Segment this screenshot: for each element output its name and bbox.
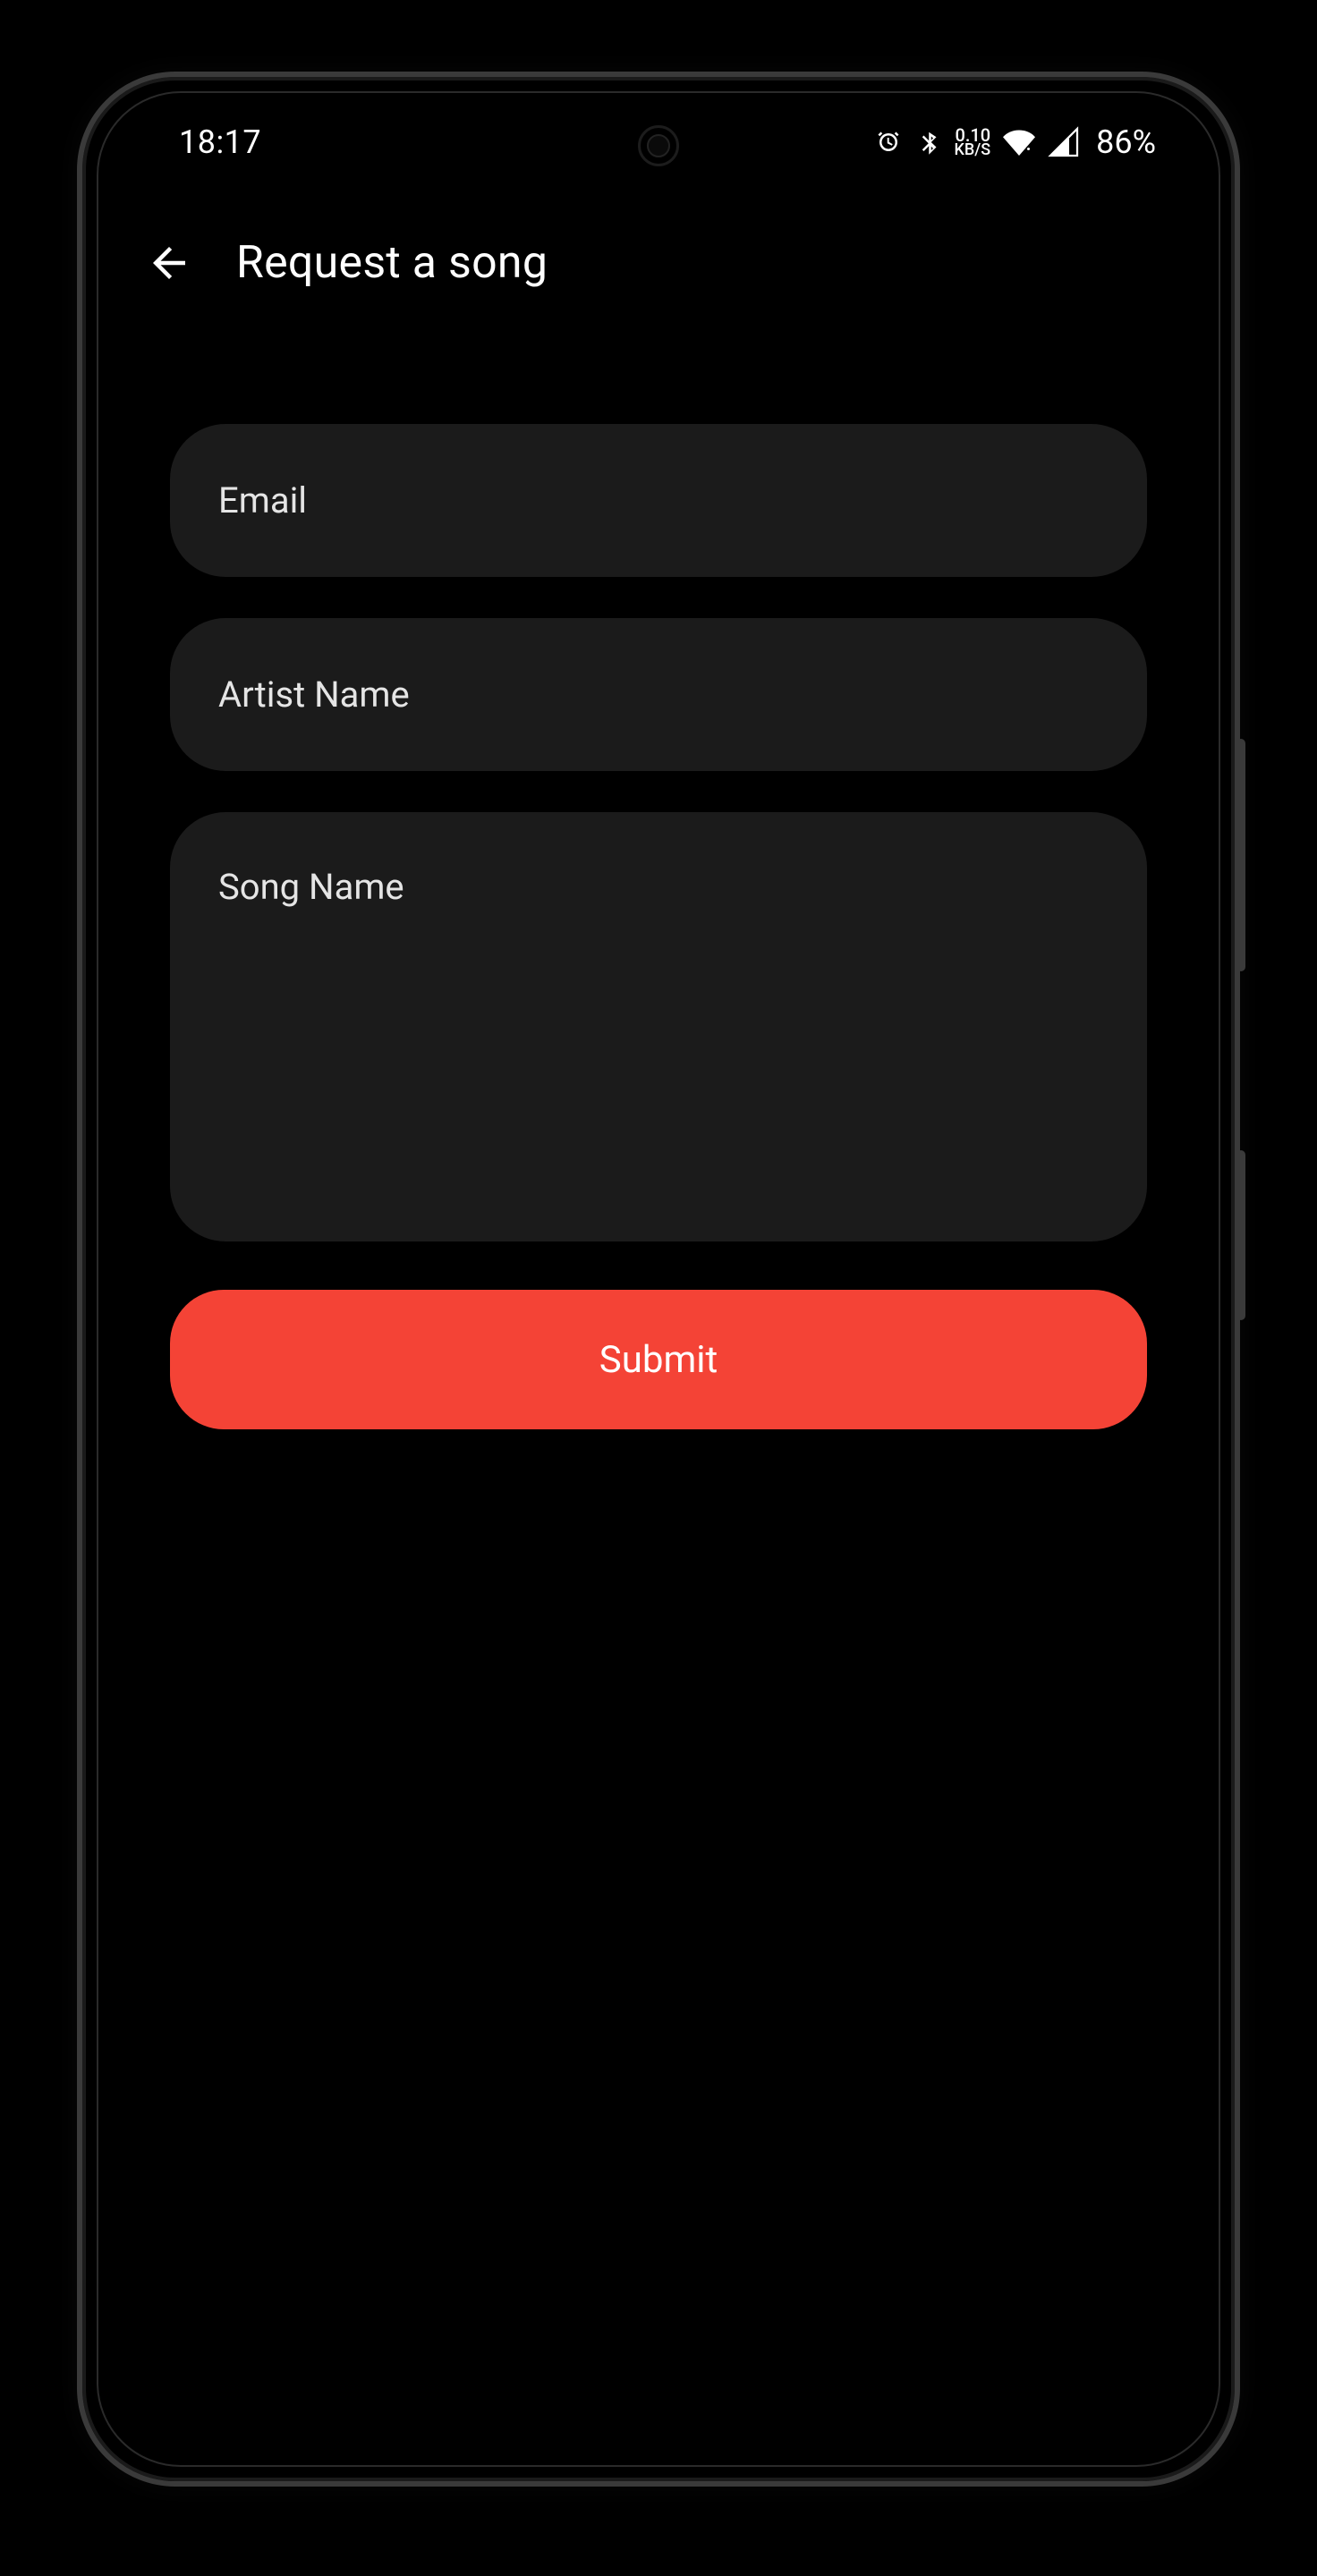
form-container: Submit (170, 424, 1147, 1429)
app-bar: Request a song (98, 218, 1219, 308)
page-title: Request a song (236, 237, 548, 289)
back-arrow-icon[interactable] (145, 239, 193, 287)
battery-percentage: 86% (1096, 123, 1156, 161)
power-button (1236, 1150, 1245, 1320)
wifi-icon (1003, 126, 1035, 158)
network-speed-unit: KB/S (954, 143, 990, 157)
volume-button (1236, 739, 1245, 971)
signal-icon (1048, 126, 1080, 158)
phone-frame: 18:17 0.10 KB/S (77, 72, 1240, 2487)
alarm-icon (875, 129, 902, 156)
submit-button[interactable]: Submit (170, 1290, 1147, 1429)
status-time: 18:17 (179, 123, 261, 161)
status-right-group: 0.10 KB/S 86% (875, 123, 1156, 161)
artist-name-field[interactable] (170, 618, 1147, 771)
camera-hole (638, 125, 679, 166)
phone-screen: 18:17 0.10 KB/S (97, 91, 1220, 2467)
bluetooth-icon (914, 129, 941, 156)
email-field[interactable] (170, 424, 1147, 577)
song-name-field[interactable] (170, 812, 1147, 1241)
network-speed-indicator: 0.10 KB/S (954, 128, 990, 157)
